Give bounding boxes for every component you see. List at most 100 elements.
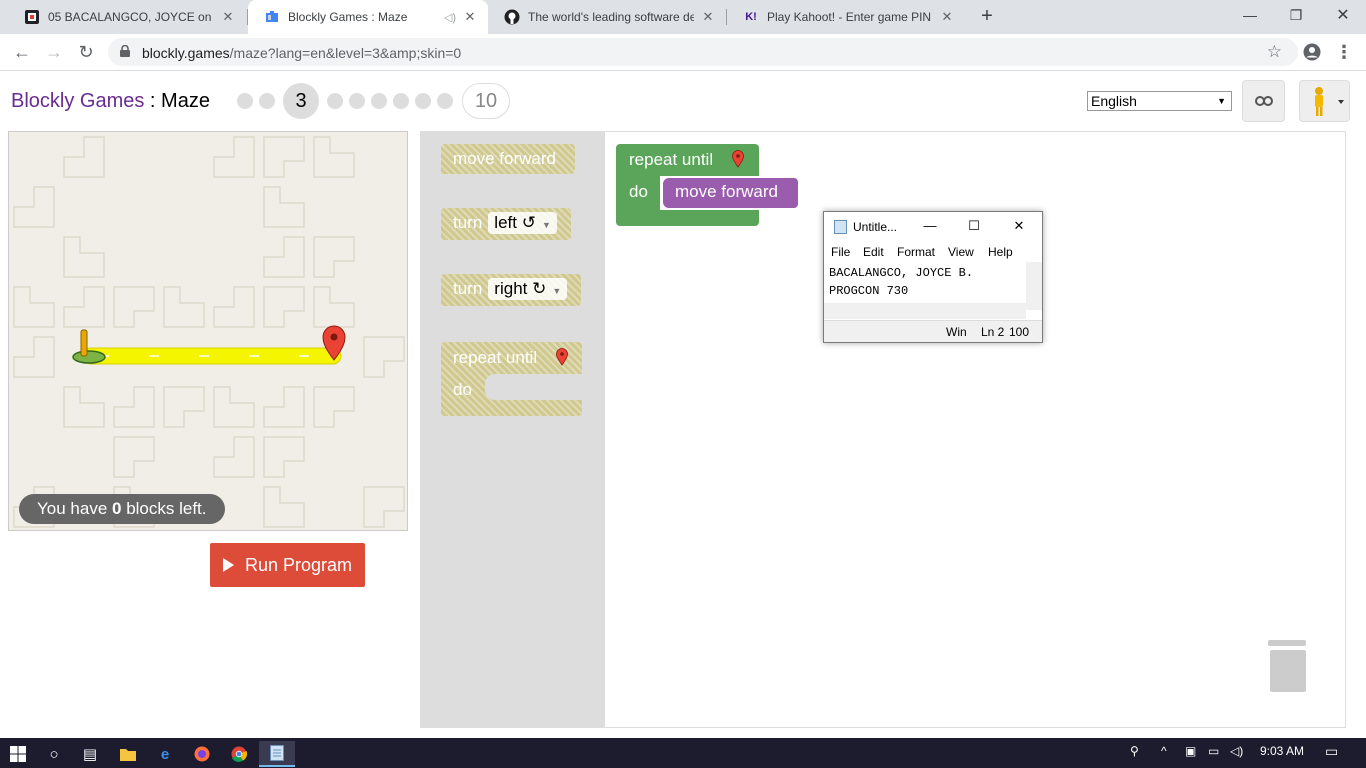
search-icon[interactable]: ○ xyxy=(36,741,72,767)
toolbox-repeat-until-block[interactable]: repeat until do xyxy=(441,342,582,416)
notifications-icon[interactable]: ▭ xyxy=(1325,743,1338,760)
language-select[interactable]: English ▼ xyxy=(1087,91,1232,111)
new-tab-button[interactable]: + xyxy=(976,4,998,30)
chrome-icon[interactable] xyxy=(221,741,257,767)
speaker-icon[interactable]: ◁) xyxy=(444,11,456,24)
menu-kebab-icon[interactable]: ⋮ xyxy=(1330,38,1358,66)
blockly-icon xyxy=(264,9,280,25)
title-separator: : xyxy=(144,90,162,112)
clock-time[interactable]: 9:03 AM xyxy=(1260,744,1304,758)
maze-wall xyxy=(63,136,105,178)
menu-edit[interactable]: Edit xyxy=(863,245,884,259)
tab-github[interactable]: The world's leading software dev ✕ xyxy=(488,0,726,34)
level-8-link[interactable] xyxy=(415,93,431,109)
security-icon[interactable]: ▣ xyxy=(1185,744,1196,758)
firefox-icon[interactable] xyxy=(184,741,220,767)
trash-icon[interactable] xyxy=(1266,640,1306,692)
direction-value: left ↺ xyxy=(494,213,536,232)
people-icon[interactable]: ⚲ xyxy=(1130,744,1139,758)
do-slot xyxy=(485,374,582,400)
run-program-button[interactable]: Run Program xyxy=(210,543,365,587)
level-2-link[interactable] xyxy=(259,93,275,109)
dropdown-arrow-icon: ▼ xyxy=(541,220,551,230)
menu-file[interactable]: File xyxy=(831,245,850,259)
volume-icon[interactable]: ◁) xyxy=(1230,744,1243,758)
maze-wall xyxy=(213,286,255,328)
maze-wall xyxy=(63,236,105,278)
level-10-link[interactable]: 10 xyxy=(462,83,510,119)
maze-wall xyxy=(263,286,305,328)
level-9-link[interactable] xyxy=(437,93,453,109)
restore-button[interactable]: ❐ xyxy=(1273,0,1319,30)
browser-tabstrip: 05 BACALANGCO, JOYCE on 201 ✕ Blockly Ga… xyxy=(0,0,1366,34)
windows-taskbar: ○ ▤ e ⚲ ^ ▣ ▭ ◁) 9:03 AM ▭ xyxy=(0,738,1366,768)
notepad-statusbar: Win Ln 2 100 xyxy=(824,320,1042,342)
network-icon[interactable]: ▭ xyxy=(1208,744,1219,758)
level-7-link[interactable] xyxy=(393,93,409,109)
notepad-titlebar[interactable]: Untitle... — ☐ ✕ xyxy=(824,212,1042,242)
forward-button[interactable]: → xyxy=(40,38,68,66)
level-6-link[interactable] xyxy=(371,93,387,109)
link-button[interactable] xyxy=(1242,80,1285,122)
pegman-icon xyxy=(1315,87,1344,116)
task-view-icon[interactable]: ▤ xyxy=(72,741,108,767)
maze-wall xyxy=(213,386,255,428)
pegman-button[interactable] xyxy=(1299,80,1350,122)
bookmark-star-icon[interactable]: ☆ xyxy=(1267,42,1282,62)
menu-help[interactable]: Help xyxy=(988,245,1013,259)
maze-wall xyxy=(263,186,305,228)
maze-canvas: You have 0 blocks left. xyxy=(8,131,408,531)
direction-dropdown[interactable]: right ↻ ▼ xyxy=(488,278,568,300)
close-icon[interactable]: ✕ xyxy=(462,9,478,25)
menu-view[interactable]: View xyxy=(948,245,974,259)
maze-wall xyxy=(13,186,55,228)
direction-dropdown[interactable]: left ↺ ▼ xyxy=(488,212,557,234)
tab-classroom[interactable]: 05 BACALANGCO, JOYCE on 201 ✕ xyxy=(8,0,246,34)
blocks-left-suffix: blocks left. xyxy=(121,499,207,518)
close-icon[interactable]: ✕ xyxy=(700,9,716,25)
maze-wall xyxy=(163,286,205,328)
maze-wall xyxy=(163,386,205,428)
maze-wall xyxy=(213,436,255,478)
minimize-button[interactable]: — xyxy=(920,218,940,236)
close-icon[interactable]: ✕ xyxy=(220,9,236,25)
close-window-button[interactable]: ✕ xyxy=(1009,218,1029,236)
close-window-button[interactable]: ✕ xyxy=(1320,0,1366,30)
windows-start-icon[interactable] xyxy=(0,741,36,767)
tab-kahoot[interactable]: K! Play Kahoot! - Enter game PIN he ✕ xyxy=(727,0,965,34)
block-label: turn xyxy=(453,279,483,298)
toolbox-turn-left-block[interactable]: turn left ↺ ▼ xyxy=(441,208,571,240)
notepad-taskbar-icon[interactable] xyxy=(259,741,295,767)
maze-wall xyxy=(313,236,355,278)
horizontal-scrollbar[interactable] xyxy=(824,303,1026,319)
tab-title: Play Kahoot! - Enter game PIN he xyxy=(767,10,933,24)
move-forward-block[interactable]: move forward xyxy=(663,178,798,208)
language-value: English xyxy=(1091,93,1137,109)
tab-blockly-maze[interactable]: Blockly Games : Maze ◁) ✕ xyxy=(248,0,488,34)
level-5-link[interactable] xyxy=(349,93,365,109)
block-label: move forward xyxy=(675,182,778,201)
address-bar[interactable]: blockly.games/maze?lang=en&level=3&amp;s… xyxy=(108,38,1298,66)
toolbox-turn-right-block[interactable]: turn right ↻ ▼ xyxy=(441,274,581,306)
level-1-link[interactable] xyxy=(237,93,253,109)
blockly-games-link[interactable]: Blockly Games xyxy=(11,90,144,112)
reload-button[interactable]: ↻ xyxy=(72,38,100,66)
chevron-up-icon[interactable]: ^ xyxy=(1161,744,1167,758)
finish-marker-icon xyxy=(556,348,568,366)
dropdown-arrow-icon: ▼ xyxy=(1217,96,1226,106)
menu-format[interactable]: Format xyxy=(897,245,935,259)
status-encoding: Win xyxy=(946,325,967,339)
edge-icon[interactable]: e xyxy=(147,741,183,767)
notepad-window[interactable]: Untitle... — ☐ ✕ File Edit Format View H… xyxy=(823,211,1043,343)
close-icon[interactable]: ✕ xyxy=(939,9,955,25)
profile-icon[interactable] xyxy=(1298,38,1326,66)
toolbox-move-forward-block[interactable]: move forward xyxy=(441,144,575,174)
vertical-scrollbar[interactable] xyxy=(1026,262,1042,310)
file-explorer-icon[interactable] xyxy=(110,741,146,767)
blocks-left-prefix: You have xyxy=(37,499,112,518)
minimize-button[interactable]: — xyxy=(1227,0,1273,30)
back-button[interactable]: ← xyxy=(8,38,36,66)
maze-wall xyxy=(13,336,55,378)
level-4-link[interactable] xyxy=(327,93,343,109)
maximize-button[interactable]: ☐ xyxy=(964,218,984,236)
